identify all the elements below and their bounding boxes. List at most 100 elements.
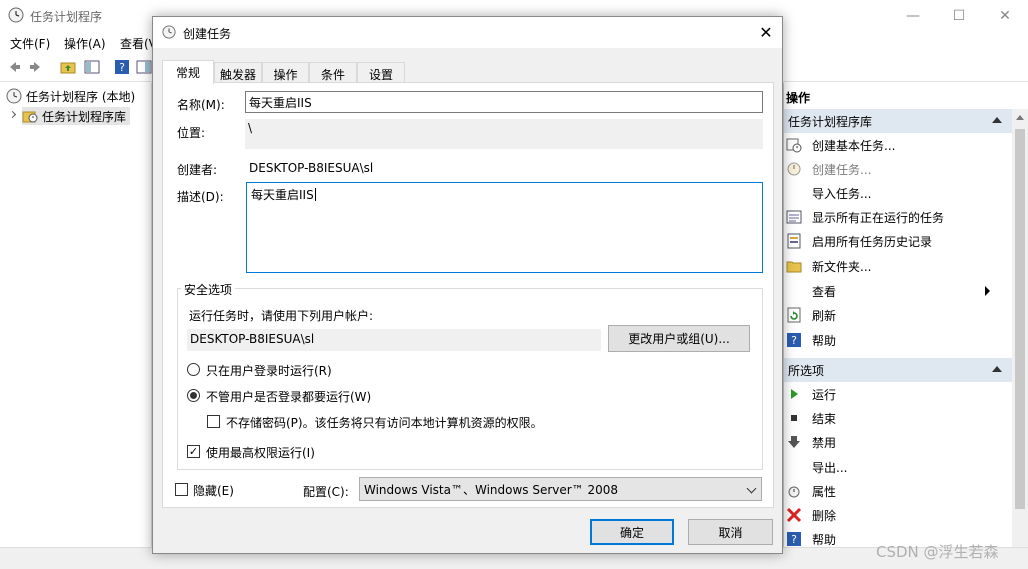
actions-section-selected[interactable]: 所选项 [784, 358, 1012, 382]
run-as-label: 运行任务时，请使用下列用户帐户: [189, 309, 374, 323]
refresh-icon [787, 307, 801, 323]
help-icon: ? [787, 532, 801, 546]
action-create-task[interactable]: 创建任务... [784, 157, 1012, 181]
radio-run-always[interactable] [187, 389, 200, 402]
location-value: \ [245, 119, 763, 149]
action-label: 创建基本任务... [812, 138, 896, 153]
create-task-dialog: 创建任务 ✕ 常规 触发器 操作 条件 设置 名称(M): 每天重启IIS 位置… [152, 16, 783, 554]
ok-button[interactable]: 确定 [590, 519, 674, 545]
tab-general[interactable]: 常规 [162, 60, 214, 84]
tab-triggers[interactable]: 触发器 [214, 62, 262, 83]
config-value: Windows Vista™、Windows Server™ 2008 [364, 483, 619, 497]
section-label: 所选项 [788, 363, 825, 378]
collapse-arrow-icon[interactable] [992, 117, 1002, 123]
play-icon [791, 389, 798, 399]
highest-privileges-label: 使用最高权限运行(I) [206, 446, 315, 460]
dialog-titlebar: 创建任务 ✕ [153, 17, 782, 48]
watermark-text: CSDN @浮生若森 [876, 543, 999, 561]
scroll-thumb[interactable] [1015, 129, 1025, 509]
main-close-button[interactable]: ✕ [982, 0, 1028, 31]
action-label: 查看 [812, 284, 837, 299]
folder-up-icon[interactable] [60, 59, 76, 75]
section-label: 任务计划程序库 [788, 114, 873, 129]
tab-conditions[interactable]: 条件 [309, 62, 357, 83]
action-run[interactable]: 运行 [784, 382, 1012, 406]
expand-chevron-icon[interactable] [8, 110, 17, 119]
scroll-up-arrow-icon[interactable] [1016, 115, 1024, 120]
show-pane-icon[interactable] [84, 59, 100, 75]
author-label: 创建者: [177, 163, 218, 177]
action-delete[interactable]: 删除 [784, 503, 1012, 527]
action-label: 刷新 [812, 308, 837, 323]
action-label: 运行 [812, 387, 837, 402]
action-help[interactable]: ? 帮助 [784, 328, 1012, 352]
help-toolbar-icon[interactable]: ? [114, 59, 130, 75]
calendar-clock-icon [786, 138, 802, 153]
change-user-button[interactable]: 更改用户或组(U)... [608, 325, 750, 352]
description-input[interactable]: 每天重启IIS [246, 182, 763, 273]
general-tab-panel: 名称(M): 每天重启IIS 位置: \ 创建者: DESKTOP-B8IESU… [162, 82, 774, 508]
action-pane-icon[interactable] [136, 59, 152, 75]
actions-section-library[interactable]: 任务计划程序库 [784, 109, 1012, 133]
tree-item-label: 任务计划程序 (本地) [26, 89, 136, 104]
description-label: 描述(D): [177, 190, 224, 204]
tree-item-label: 任务计划程序库 [42, 109, 127, 124]
dialog-close-button[interactable]: ✕ [750, 17, 782, 48]
highest-privileges-checkbox[interactable]: ✓ [187, 445, 200, 458]
no-store-password-checkbox[interactable] [207, 415, 220, 428]
action-enable-history[interactable]: 启用所有任务历史记录 [784, 229, 1012, 253]
action-view[interactable]: 查看 [784, 279, 1012, 303]
svg-text:?: ? [119, 61, 125, 74]
tree-item-library[interactable]: 任务计划程序库 [22, 107, 131, 125]
menu-action[interactable]: 操作(A) [64, 35, 106, 52]
radio-run-logged-on-label: 只在用户登录时运行(R) [206, 364, 332, 378]
disable-icon [788, 436, 800, 448]
history-icon [787, 233, 801, 249]
config-select[interactable]: Windows Vista™、Windows Server™ 2008 [359, 477, 762, 501]
task-scheduler-app-icon [8, 7, 24, 23]
actions-scrollbar[interactable] [1012, 109, 1028, 547]
author-value: DESKTOP-B8IESUA\sl [249, 161, 374, 175]
radio-run-always-label: 不管用户是否登录都要运行(W) [206, 390, 372, 404]
tree-item-local[interactable]: 任务计划程序 (本地) [6, 87, 135, 105]
action-label: 帮助 [812, 532, 837, 547]
hidden-label: 隐藏(E) [193, 484, 234, 498]
clock-icon [787, 162, 801, 176]
no-store-password-label: 不存储密码(P)。该任务将只有访问本地计算机资源的权限。 [226, 416, 543, 430]
action-refresh[interactable]: 刷新 [784, 303, 1012, 327]
config-label: 配置(C): [303, 485, 349, 499]
forward-arrow-icon[interactable] [28, 59, 44, 75]
action-create-basic-task[interactable]: 创建基本任务... [784, 133, 1012, 157]
action-label: 导出... [812, 460, 848, 475]
tab-settings[interactable]: 设置 [357, 62, 405, 83]
minimize-button[interactable]: — [890, 0, 936, 31]
folder-clock-icon [22, 111, 38, 123]
run-as-user: DESKTOP-B8IESUA\sl [187, 329, 601, 351]
main-window-title: 任务计划程序 [30, 10, 103, 24]
action-import-task[interactable]: 导入任务... [784, 181, 1012, 205]
stop-icon [791, 415, 797, 421]
hidden-checkbox[interactable] [175, 483, 188, 496]
action-end[interactable]: 结束 [784, 406, 1012, 430]
action-properties[interactable]: 属性 [784, 479, 1012, 503]
tab-actions[interactable]: 操作 [262, 62, 309, 83]
action-show-running[interactable]: 显示所有正在运行的任务 [784, 205, 1012, 229]
action-label: 导入任务... [812, 186, 872, 201]
actions-header: 操作 [786, 91, 811, 105]
action-new-folder[interactable]: 新文件夹... [784, 254, 1012, 278]
radio-run-logged-on[interactable] [187, 363, 200, 376]
blank-icon [786, 459, 802, 475]
collapse-arrow-icon[interactable] [992, 366, 1002, 372]
clock-icon [788, 486, 800, 498]
cancel-button[interactable]: 取消 [688, 519, 773, 545]
submenu-arrow-icon [985, 286, 990, 296]
action-label: 显示所有正在运行的任务 [812, 210, 945, 225]
menu-file[interactable]: 文件(F) [10, 35, 50, 52]
action-export[interactable]: 导出... [784, 455, 1012, 479]
maximize-button[interactable]: ☐ [936, 0, 982, 31]
back-arrow-icon[interactable] [6, 59, 22, 75]
clock-icon [6, 88, 22, 104]
action-label: 禁用 [812, 435, 837, 450]
action-disable[interactable]: 禁用 [784, 430, 1012, 454]
name-input[interactable]: 每天重启IIS [245, 91, 763, 113]
